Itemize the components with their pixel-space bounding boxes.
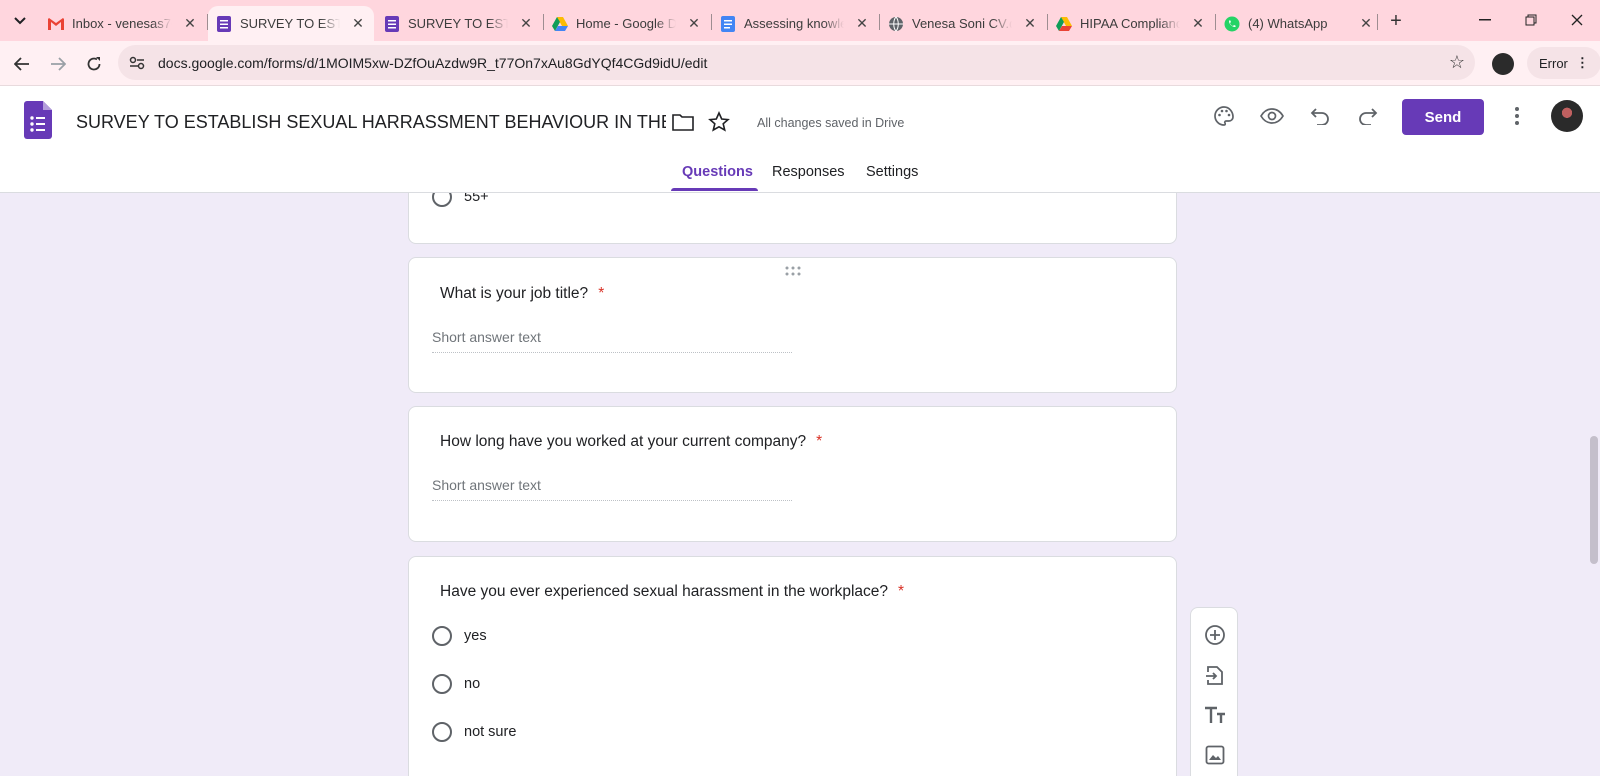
minimize-icon[interactable] bbox=[1470, 8, 1500, 32]
close-icon[interactable]: ✕ bbox=[350, 15, 366, 32]
close-icon[interactable]: ✕ bbox=[854, 15, 870, 32]
add-question-icon[interactable] bbox=[1203, 623, 1227, 647]
user-avatar[interactable] bbox=[1551, 100, 1583, 132]
palette-icon[interactable] bbox=[1209, 101, 1239, 131]
required-asterisk: * bbox=[898, 583, 905, 600]
option-not-sure[interactable]: not sure bbox=[432, 722, 516, 742]
reload-icon[interactable] bbox=[81, 51, 107, 77]
globe-icon bbox=[888, 16, 904, 32]
tab-search-icon[interactable] bbox=[8, 9, 32, 33]
error-label: Error bbox=[1539, 55, 1568, 71]
option-label: yes bbox=[464, 628, 487, 644]
browser-tab-gmail[interactable]: Inbox - venesas76 ✕ bbox=[40, 6, 206, 41]
close-icon[interactable]: ✕ bbox=[1022, 15, 1038, 32]
drive-icon bbox=[552, 16, 568, 32]
drive-icon bbox=[1056, 16, 1072, 32]
option-label: not sure bbox=[464, 724, 517, 740]
tab-title: SURVEY TO ESTABLISH bbox=[408, 16, 508, 31]
folder-icon[interactable] bbox=[668, 107, 698, 137]
drag-handle-icon[interactable] bbox=[784, 266, 802, 276]
form-title-input[interactable]: SURVEY TO ESTABLISH SEXUAL HARRASSMENT B… bbox=[76, 112, 666, 133]
required-asterisk: * bbox=[598, 285, 605, 302]
add-title-text-icon[interactable] bbox=[1203, 703, 1227, 727]
browser-tab-forms[interactable]: SURVEY TO ESTABLISH ✕ bbox=[376, 6, 542, 41]
restore-icon[interactable] bbox=[1516, 8, 1546, 32]
browser-tab-strip: Inbox - venesas76 ✕ SURVEY TO ESTABLISH … bbox=[0, 0, 1600, 41]
forward-arrow-icon[interactable] bbox=[45, 51, 71, 77]
new-tab-plus-icon[interactable]: + bbox=[1384, 9, 1408, 33]
window-close-icon[interactable] bbox=[1562, 8, 1592, 32]
option-no[interactable]: no bbox=[432, 674, 480, 694]
tab-title: Assessing knowledge bbox=[744, 16, 844, 31]
tab-responses[interactable]: Responses bbox=[772, 164, 845, 180]
browser-tab-forms-active[interactable]: SURVEY TO ESTABLISH ✕ bbox=[208, 6, 374, 41]
radio-button[interactable] bbox=[432, 722, 452, 742]
more-vert-icon: ⋮ bbox=[1575, 55, 1589, 70]
page-scrollbar[interactable] bbox=[1590, 436, 1598, 564]
import-questions-icon[interactable] bbox=[1203, 663, 1227, 687]
question-text: How long have you worked at your current… bbox=[440, 433, 807, 450]
question-title[interactable]: Have you ever experienced sexual harassm… bbox=[440, 583, 904, 601]
active-tab-indicator bbox=[671, 188, 758, 191]
bookmark-star-icon[interactable]: ☆ bbox=[1449, 52, 1465, 73]
preview-eye-icon[interactable] bbox=[1257, 101, 1287, 131]
close-icon[interactable]: ✕ bbox=[1190, 15, 1206, 32]
send-button[interactable]: Send bbox=[1402, 99, 1484, 135]
tab-title: SURVEY TO ESTABLISH bbox=[240, 16, 340, 31]
tab-questions[interactable]: Questions bbox=[682, 164, 753, 180]
browser-toolbar: docs.google.com/forms/d/1MOIM5xw-DZfOuAz… bbox=[0, 41, 1600, 86]
question-text: What is your job title? bbox=[440, 285, 589, 302]
browser-tab-drive[interactable]: Home - Google Drive ✕ bbox=[544, 6, 710, 41]
tab-title: Home - Google Drive bbox=[576, 16, 676, 31]
radio-button[interactable] bbox=[432, 626, 452, 646]
close-icon[interactable]: ✕ bbox=[518, 15, 534, 32]
radio-button[interactable] bbox=[432, 674, 452, 694]
floating-toolbar bbox=[1190, 607, 1238, 776]
question-text: Have you ever experienced sexual harassm… bbox=[440, 583, 889, 600]
close-icon[interactable]: ✕ bbox=[182, 15, 198, 32]
forms-icon bbox=[384, 15, 400, 32]
close-icon[interactable]: ✕ bbox=[1358, 15, 1374, 32]
undo-icon[interactable] bbox=[1305, 101, 1335, 131]
tab-title: HIPAA Compliance bbox=[1080, 16, 1180, 31]
tab-title: Venesa Soni CV.docx bbox=[912, 16, 1012, 31]
forms-header: SURVEY TO ESTABLISH SEXUAL HARRASSMENT B… bbox=[0, 86, 1600, 193]
question-card-job-title[interactable]: What is your job title? * Short answer te… bbox=[408, 257, 1177, 393]
star-icon[interactable] bbox=[704, 107, 734, 137]
short-answer-field: Short answer text bbox=[432, 477, 792, 501]
question-title[interactable]: What is your job title? * bbox=[440, 285, 604, 303]
browser-tab-hipaa[interactable]: HIPAA Compliance ✕ bbox=[1048, 6, 1214, 41]
whatsapp-icon bbox=[1224, 16, 1240, 32]
short-answer-field: Short answer text bbox=[432, 329, 792, 353]
option-yes[interactable]: yes bbox=[432, 626, 487, 646]
save-status-text: All changes saved in Drive bbox=[757, 116, 905, 130]
question-card-tenure[interactable]: How long have you worked at your current… bbox=[408, 406, 1177, 542]
question-title[interactable]: How long have you worked at your current… bbox=[440, 433, 822, 451]
more-vert-icon[interactable] bbox=[1502, 101, 1532, 131]
tab-title: Inbox - venesas76 bbox=[72, 16, 172, 31]
forms-icon bbox=[216, 15, 232, 32]
question-card-harassment-experience[interactable]: Have you ever experienced sexual harassm… bbox=[408, 556, 1177, 776]
tab-divider bbox=[1377, 14, 1378, 30]
browser-profile-avatar[interactable] bbox=[1492, 53, 1514, 75]
tab-title: (4) WhatsApp bbox=[1248, 16, 1328, 31]
required-asterisk: * bbox=[816, 433, 823, 450]
gmail-icon bbox=[48, 16, 64, 32]
back-arrow-icon[interactable] bbox=[9, 51, 35, 77]
redo-icon[interactable] bbox=[1353, 101, 1383, 131]
forms-logo-icon[interactable] bbox=[24, 101, 52, 139]
close-icon[interactable]: ✕ bbox=[686, 15, 702, 32]
address-bar[interactable]: docs.google.com/forms/d/1MOIM5xw-DZfOuAz… bbox=[118, 45, 1475, 80]
docs-icon bbox=[720, 15, 736, 32]
site-settings-icon[interactable] bbox=[128, 54, 146, 72]
browser-tab-whatsapp[interactable]: (4) WhatsApp ✕ bbox=[1216, 6, 1382, 41]
option-label: no bbox=[464, 676, 481, 692]
add-image-icon[interactable] bbox=[1203, 743, 1227, 767]
profile-error-button[interactable]: Error ⋮ bbox=[1527, 47, 1600, 79]
browser-tab-cv[interactable]: Venesa Soni CV.docx ✕ bbox=[880, 6, 1046, 41]
browser-tab-docs[interactable]: Assessing knowledge ✕ bbox=[712, 6, 878, 41]
url-text: docs.google.com/forms/d/1MOIM5xw-DZfOuAz… bbox=[158, 55, 708, 71]
tab-settings[interactable]: Settings bbox=[866, 164, 918, 180]
